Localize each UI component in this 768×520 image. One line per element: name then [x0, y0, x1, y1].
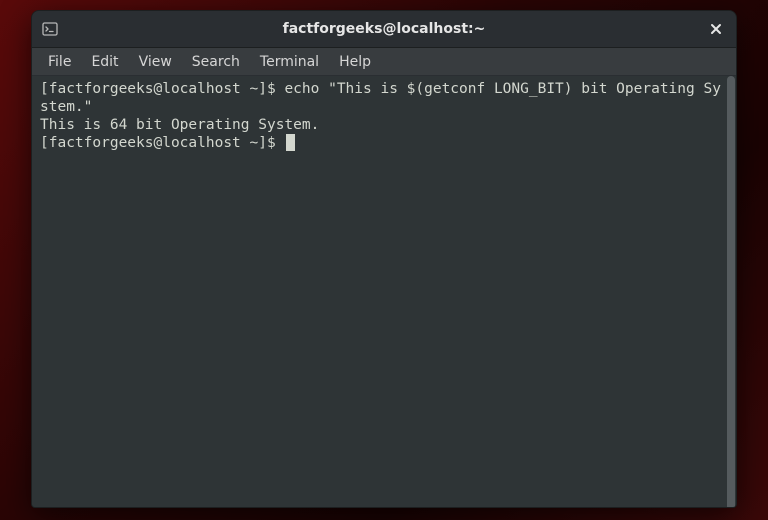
close-button[interactable] — [706, 19, 726, 39]
terminal-icon — [42, 21, 58, 37]
menu-terminal[interactable]: Terminal — [250, 51, 329, 73]
window-title: factforgeeks@localhost:~ — [62, 21, 706, 37]
terminal-line: [factforgeeks@localhost ~]$ — [40, 134, 728, 152]
terminal-line: This is 64 bit Operating System. — [40, 116, 728, 134]
titlebar[interactable]: factforgeeks@localhost:~ — [32, 11, 736, 48]
menu-help[interactable]: Help — [329, 51, 381, 73]
menubar: File Edit View Search Terminal Help — [32, 48, 736, 76]
prompt: [factforgeeks@localhost ~]$ — [40, 81, 284, 97]
scrollbar[interactable] — [727, 76, 735, 508]
terminal-line: [factforgeeks@localhost ~]$ echo "This i… — [40, 80, 728, 116]
output-text: This is 64 bit Operating System. — [40, 117, 319, 133]
terminal-viewport[interactable]: [factforgeeks@localhost ~]$ echo "This i… — [32, 76, 736, 507]
scrollbar-thumb[interactable] — [727, 76, 735, 508]
cursor — [286, 134, 295, 151]
menu-file[interactable]: File — [38, 51, 81, 73]
prompt: [factforgeeks@localhost ~]$ — [40, 135, 284, 151]
menu-search[interactable]: Search — [182, 51, 250, 73]
menu-view[interactable]: View — [129, 51, 182, 73]
terminal-window: factforgeeks@localhost:~ File Edit View … — [31, 10, 737, 508]
menu-edit[interactable]: Edit — [81, 51, 128, 73]
